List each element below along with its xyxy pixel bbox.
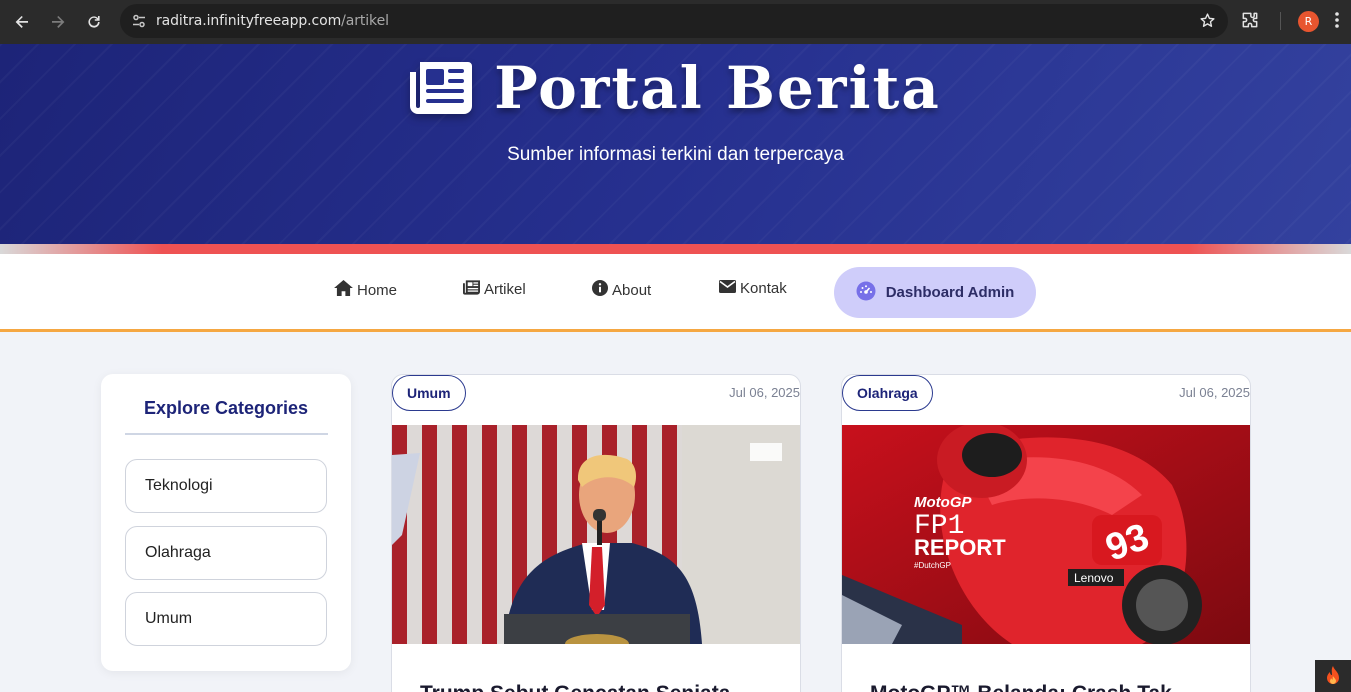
reload-button[interactable] [76,4,112,40]
nav-home-label: Home [357,281,398,299]
article-card[interactable]: Umum Jul 06, 2025 Trump Sebut Ge [391,374,801,692]
nav-kontak-label: Kontak [740,280,787,297]
category-item-olahraga[interactable]: Olahraga [125,526,327,580]
gauge-icon [856,281,876,305]
kebab-menu-icon[interactable] [1334,10,1340,35]
article-title[interactable]: MotoGP™ Belanda: Crash Tak [870,682,1172,692]
envelope-icon [719,280,736,297]
fire-icon[interactable] [1315,660,1351,692]
dashboard-admin-label: Dashboard Admin [885,284,1015,301]
site-settings-icon[interactable] [122,13,156,29]
article-thumbnail[interactable]: 93 MotoGP FP1 REPORT #DutchGP Lenovo [842,425,1250,644]
arrow-left-icon [15,16,28,28]
category-item-umum[interactable]: Umum [125,592,327,646]
site-brand[interactable]: Portal Berita [0,54,1351,122]
nav-home[interactable]: Home [334,280,397,300]
site-header: Portal Berita Sumber informasi terkini d… [0,44,1351,244]
site-title: Portal Berita [494,54,941,122]
reload-icon [88,16,100,28]
svg-text:MotoGP: MotoGP [914,494,972,511]
svg-text:#DutchGP: #DutchGP [914,561,951,570]
sidebar-divider [125,433,328,435]
url-path: /artikel [341,13,389,29]
site-tagline: Sumber informasi terkini dan terpercaya [507,144,844,165]
nav-artikel-label: Artikel [484,281,526,298]
article-date: Jul 06, 2025 [729,385,800,400]
categories-sidebar: Explore Categories Teknologi Olahraga Um… [101,374,351,671]
main-navbar: Home Artikel About Kontak Dashboard Admi… [0,254,1351,332]
forward-button[interactable] [40,4,76,40]
header-accent-strip [0,244,1351,254]
bookmark-star-icon[interactable] [1199,12,1216,34]
url-host: raditra.infinityfreeapp.com [156,13,342,29]
article-thumbnail[interactable] [392,425,800,644]
address-bar[interactable]: raditra.infinityfreeapp.com/artikel [120,4,1228,38]
nav-about-label: About [612,281,652,299]
nav-about[interactable]: About [592,280,651,300]
article-card[interactable]: Olahraga Jul 06, 2025 93 MotoGP FP1 REPO… [841,374,1251,692]
newspaper-icon [410,58,473,119]
svg-text:REPORT: REPORT [914,535,1006,560]
category-badge[interactable]: Umum [392,375,466,411]
article-date: Jul 06, 2025 [1179,385,1250,400]
nav-artikel[interactable]: Artikel [463,280,526,299]
category-item-teknologi[interactable]: Teknologi [125,459,327,513]
newspaper-icon [463,280,480,299]
dashboard-admin-button[interactable]: Dashboard Admin [834,267,1036,318]
extensions-icon[interactable] [1240,10,1260,35]
svg-text:Lenovo: Lenovo [1074,571,1114,585]
nav-kontak[interactable]: Kontak [719,280,787,297]
back-button[interactable] [4,4,40,40]
arrow-right-icon [52,16,65,28]
url-text: raditra.infinityfreeapp.com/artikel [156,13,389,29]
toolbar-divider [1280,12,1281,30]
category-badge[interactable]: Olahraga [842,375,933,411]
sidebar-title: Explore Categories [143,398,309,418]
browser-toolbar: raditra.infinityfreeapp.com/artikel R [0,0,1351,44]
profile-avatar[interactable]: R [1298,11,1319,32]
home-icon [334,280,353,300]
info-circle-icon [592,280,608,300]
article-title[interactable]: Trump Sebut Gencatan Senjata [420,682,730,692]
